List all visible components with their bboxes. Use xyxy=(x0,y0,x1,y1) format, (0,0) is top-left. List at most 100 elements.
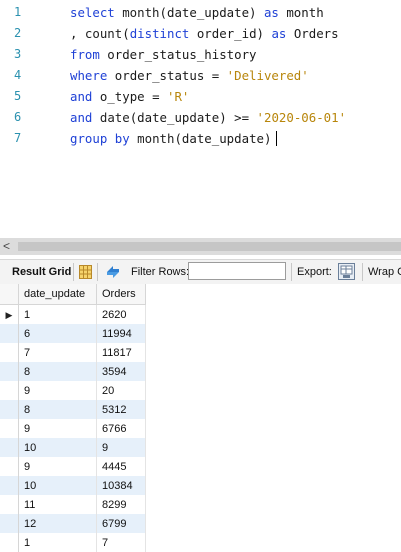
table-row[interactable]: 10 9 xyxy=(0,438,146,457)
cell-orders[interactable]: 6766 xyxy=(96,419,146,438)
table-row[interactable]: 10 10384 xyxy=(0,476,146,495)
cell-date-update[interactable]: 9 xyxy=(18,419,97,438)
row-selector[interactable] xyxy=(0,457,19,476)
code-line[interactable]: 2 , count(distinct order_id) as Orders xyxy=(0,23,401,44)
table-row[interactable]: 6 11994 xyxy=(0,324,146,343)
code-line[interactable]: 3 from order_status_history xyxy=(0,44,401,65)
refresh-icon[interactable] xyxy=(104,263,122,281)
cell-date-update[interactable]: 1 xyxy=(18,533,97,552)
table-row[interactable]: 12 6799 xyxy=(0,514,146,533)
line-number: 2 xyxy=(14,26,22,40)
sql-editor[interactable]: 1 select month(date_update) as month 2, co… xyxy=(0,0,401,238)
table-row[interactable]: 9 20 xyxy=(0,381,146,400)
row-selector[interactable] xyxy=(0,400,19,419)
column-header-date-update[interactable]: date_update xyxy=(18,284,97,305)
result-grid[interactable]: date_update Orders ▶ 1 2620 6 11994 7 11817 8 35… xyxy=(0,284,401,552)
row-selector[interactable]: ▶ xyxy=(0,304,19,324)
code-text[interactable]: and o_type = 'R' xyxy=(70,86,189,107)
row-selector[interactable] xyxy=(0,495,19,514)
row-selector[interactable] xyxy=(0,514,19,533)
cell-date-update[interactable]: 9 xyxy=(18,457,97,476)
cell-date-update[interactable]: 11 xyxy=(18,495,97,514)
line-number: 7 xyxy=(14,131,22,145)
cell-date-update[interactable]: 10 xyxy=(18,438,97,457)
code-token: date xyxy=(99,110,130,125)
cell-orders[interactable]: 11994 xyxy=(96,324,146,343)
code-token: order_id) xyxy=(189,26,272,41)
code-token: month xyxy=(137,131,175,146)
toolbar-divider xyxy=(97,263,98,281)
cell-date-update[interactable]: 7 xyxy=(18,343,97,362)
current-row-arrow-icon: ▶ xyxy=(5,309,13,320)
table-row[interactable]: 7 11817 xyxy=(0,343,146,362)
cell-orders[interactable]: 11817 xyxy=(96,343,146,362)
row-selector[interactable] xyxy=(0,533,19,552)
result-toolbar: Result Grid Filter Rows: Export: Wrap C xyxy=(0,259,401,285)
code-text[interactable]: where order_status = 'Delivered' xyxy=(70,65,309,86)
code-token: , xyxy=(70,26,85,41)
cell-orders[interactable]: 5312 xyxy=(96,400,146,419)
code-token: 'R' xyxy=(167,89,190,104)
editor-horizontal-scrollbar[interactable]: < xyxy=(0,238,401,255)
code-token: distinct xyxy=(129,26,190,41)
code-token: as xyxy=(263,5,279,20)
code-token: o_type = xyxy=(92,89,167,104)
cell-orders[interactable]: 3594 xyxy=(96,362,146,381)
cell-date-update[interactable]: 8 xyxy=(18,400,97,419)
row-selector[interactable] xyxy=(0,343,19,362)
table-row[interactable]: 17 xyxy=(0,533,146,552)
cell-date-update[interactable]: 12 xyxy=(18,514,97,533)
table-row[interactable]: 9 4445 xyxy=(0,457,146,476)
code-token: where xyxy=(70,68,108,83)
table-row[interactable]: 9 6766 xyxy=(0,419,146,438)
cell-orders[interactable]: 9 xyxy=(96,438,146,457)
cell-orders[interactable]: 6799 xyxy=(96,514,146,533)
code-token: (date_update) >= xyxy=(129,110,257,125)
table-row[interactable]: 8 5312 xyxy=(0,400,146,419)
cell-orders[interactable]: 4445 xyxy=(96,457,146,476)
row-selector[interactable] xyxy=(0,419,19,438)
row-selector[interactable] xyxy=(0,381,19,400)
row-selector[interactable] xyxy=(0,476,19,495)
scrollbar-thumb[interactable] xyxy=(18,242,401,251)
code-text[interactable]: and date(date_update) >= '2020-06-01' xyxy=(70,107,346,128)
scroll-left-arrow-icon[interactable]: < xyxy=(3,239,10,253)
cell-date-update[interactable]: 6 xyxy=(18,324,97,343)
toolbar-divider xyxy=(291,263,292,281)
cell-orders[interactable]: 8299 xyxy=(96,495,146,514)
filter-rows-input[interactable] xyxy=(188,262,286,280)
cell-orders[interactable]: 2620 xyxy=(96,304,146,324)
cell-date-update[interactable]: 9 xyxy=(18,381,97,400)
cell-orders[interactable]: 20 xyxy=(96,381,146,400)
code-token: month xyxy=(278,5,324,20)
row-selector[interactable] xyxy=(0,362,19,381)
column-header-orders[interactable]: Orders xyxy=(96,284,146,305)
text-cursor xyxy=(276,131,278,146)
grid-view-icon[interactable] xyxy=(79,265,92,279)
toolbar-divider xyxy=(362,263,363,281)
code-line[interactable]: 5 and o_type = 'R' xyxy=(0,86,401,107)
result-grid-tab[interactable]: Result Grid xyxy=(12,260,71,284)
code-token: order_status_history xyxy=(99,47,257,62)
code-text[interactable]: group by month(date_update) xyxy=(70,128,278,149)
cell-orders[interactable]: 7 xyxy=(96,533,146,552)
table-row[interactable]: 11 8299 xyxy=(0,495,146,514)
export-icon[interactable] xyxy=(338,263,355,280)
code-text[interactable]: , count(distinct order_id) as Orders xyxy=(70,23,339,44)
table-row[interactable]: ▶ 1 2620 xyxy=(0,304,146,324)
row-selector[interactable] xyxy=(0,324,19,343)
wrap-cell-content-label[interactable]: Wrap C xyxy=(368,260,401,284)
cell-date-update[interactable]: 1 xyxy=(18,304,97,324)
code-line[interactable]: 7 group by month(date_update) xyxy=(0,128,401,149)
code-text[interactable]: select month(date_update) as month xyxy=(70,2,324,23)
table-row[interactable]: 8 3594 xyxy=(0,362,146,381)
cell-date-update[interactable]: 8 xyxy=(18,362,97,381)
code-line[interactable]: 1 select month(date_update) as month xyxy=(0,2,401,23)
code-line[interactable]: 6 and date(date_update) >= '2020-06-01' xyxy=(0,107,401,128)
code-token: count xyxy=(84,26,123,41)
row-selector[interactable] xyxy=(0,438,19,457)
code-line[interactable]: 4 where order_status = 'Delivered' xyxy=(0,65,401,86)
cell-orders[interactable]: 10384 xyxy=(96,476,146,495)
code-text[interactable]: from order_status_history xyxy=(70,44,257,65)
cell-date-update[interactable]: 10 xyxy=(18,476,97,495)
